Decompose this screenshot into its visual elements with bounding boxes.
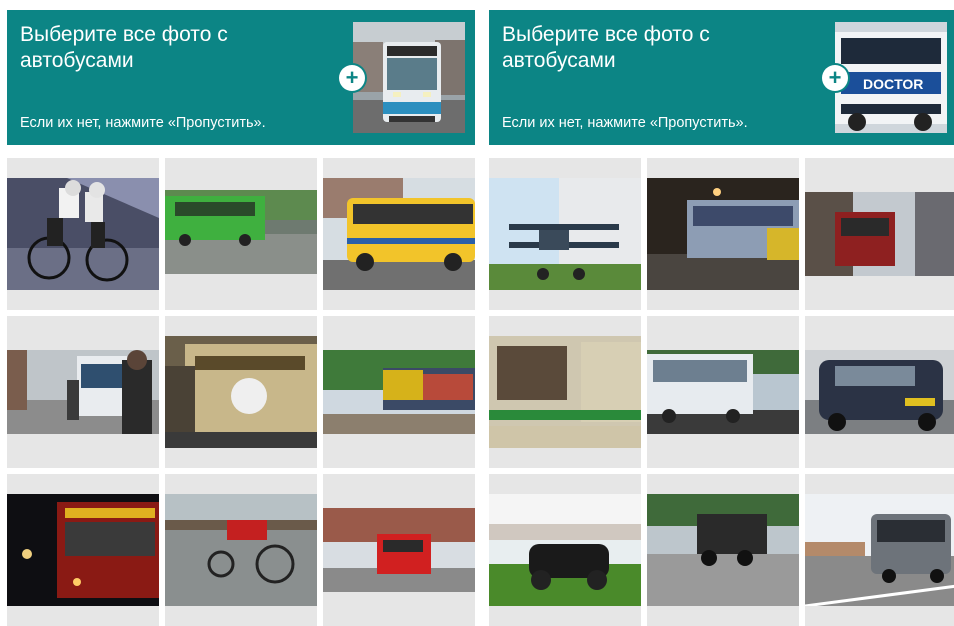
sample-text: DOCTOR: [863, 76, 923, 92]
vintage-car-photo: [489, 494, 641, 606]
yellow-bus-photo: [323, 178, 475, 290]
white-bus-photo: [647, 350, 799, 434]
dump-truck-photo: [647, 494, 799, 606]
image-tile[interactable]: [165, 316, 317, 468]
captcha-header: Выберите все фото с автобусами Если их н…: [7, 10, 475, 145]
captcha-title: Выберите все фото с автобусами: [20, 23, 228, 72]
image-grid: [489, 158, 954, 626]
captcha-panel-left: Выберите все фото с автобусами Если их н…: [7, 10, 475, 626]
image-tile[interactable]: [165, 474, 317, 626]
biplane-photo: [489, 178, 641, 290]
recumbent-bike-photo: [165, 494, 317, 606]
image-tile[interactable]: [323, 316, 475, 468]
plus-icon[interactable]: +: [822, 65, 848, 91]
sample-image: DOCTOR: [835, 22, 947, 133]
captcha-title: Выберите все фото с автобусами: [502, 23, 710, 72]
cyclists-photo: [7, 178, 159, 290]
coach-bus-photo: [805, 494, 954, 606]
black-car-photo: [805, 350, 954, 434]
train-front-photo: [165, 336, 317, 448]
image-tile[interactable]: [323, 158, 475, 310]
image-tile[interactable]: [165, 158, 317, 310]
image-tile[interactable]: [489, 316, 641, 468]
bus-night-photo: [647, 178, 799, 290]
street-bus-photo: [805, 192, 954, 276]
image-tile[interactable]: [647, 158, 799, 310]
captcha-hint: Если их нет, нажмите «Пропустить».: [502, 115, 748, 131]
captcha-panel-right: Выберите все фото с автобусами Если их н…: [489, 10, 954, 626]
plus-icon[interactable]: +: [339, 65, 365, 91]
image-tile[interactable]: [7, 316, 159, 468]
green-bus-photo: [165, 190, 317, 274]
image-tile[interactable]: [805, 158, 954, 310]
image-tile[interactable]: [647, 474, 799, 626]
image-tile[interactable]: [489, 474, 641, 626]
image-grid: [7, 158, 475, 626]
image-tile[interactable]: [805, 474, 954, 626]
red-bus-night-photo: [7, 494, 159, 606]
image-tile[interactable]: [323, 474, 475, 626]
fire-truck-photo: [323, 508, 475, 592]
image-tile[interactable]: [489, 158, 641, 310]
image-tile[interactable]: [805, 316, 954, 468]
people-bus-photo: [7, 350, 159, 434]
captcha-header: Выберите все фото с автобусами Если их н…: [489, 10, 954, 145]
sample-image: [353, 22, 465, 133]
captcha-hint: Если их нет, нажмите «Пропустить».: [20, 115, 266, 131]
freight-train-photo: [323, 350, 475, 434]
green-bus-side-photo: [489, 336, 641, 448]
image-tile[interactable]: [647, 316, 799, 468]
image-tile[interactable]: [7, 158, 159, 310]
image-tile[interactable]: [7, 474, 159, 626]
